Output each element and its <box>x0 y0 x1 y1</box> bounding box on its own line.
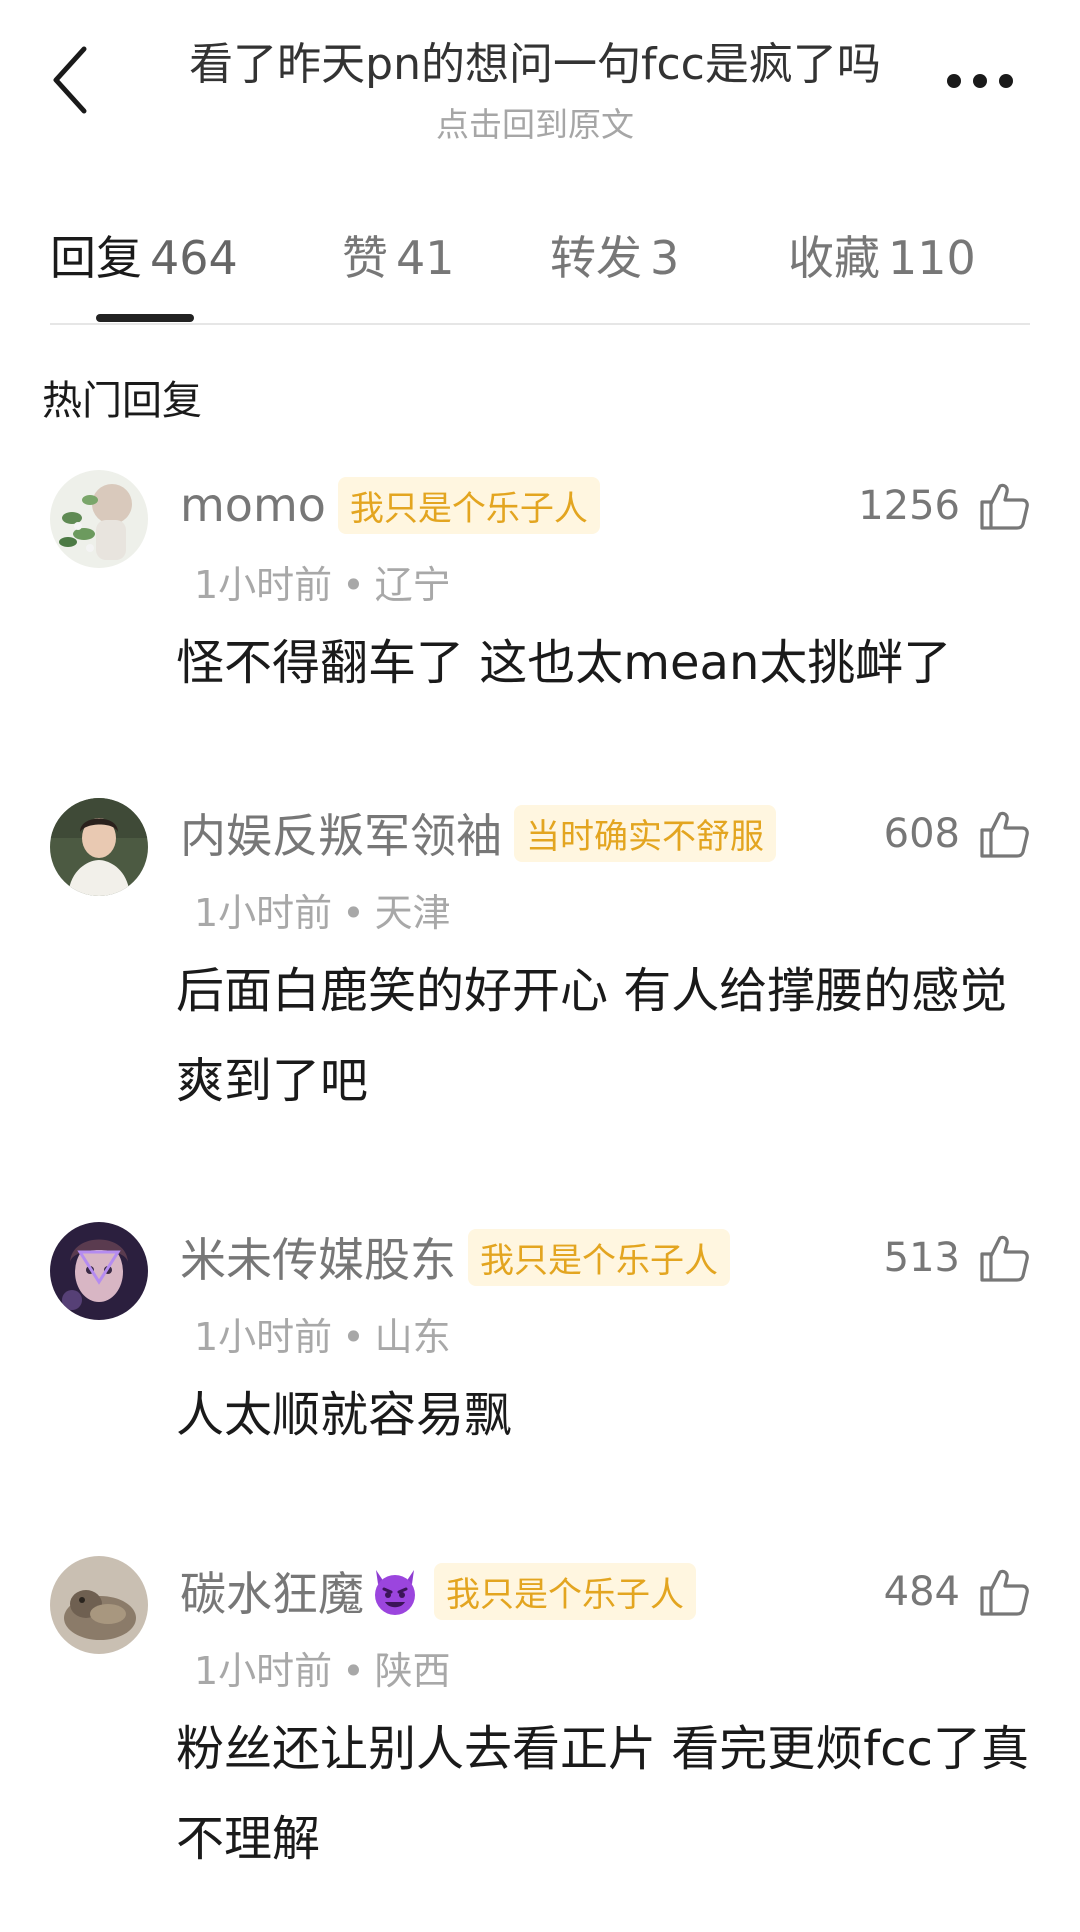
comment-text[interactable]: 人太顺就容易飘 <box>176 1370 1036 1460</box>
tab-label: 赞 <box>342 231 388 285</box>
tab-replies[interactable]: 回复 464 <box>50 222 238 288</box>
thumbs-up-icon <box>980 483 1029 530</box>
comment-text[interactable]: 后面白鹿笑的好开心 有人给撑腰的感觉爽到了吧 <box>176 946 1036 1126</box>
comment-meta: 1小时前 • 天津 <box>194 882 451 937</box>
like-button[interactable]: 484 <box>884 1562 1030 1622</box>
like-button[interactable]: 608 <box>884 804 1030 864</box>
back-to-original-link[interactable]: 点击回到原文 <box>150 98 920 146</box>
active-tab-indicator <box>96 314 194 322</box>
divider <box>50 323 1030 325</box>
comment-location: 山东 <box>374 1315 451 1359</box>
comment-meta: 1小时前 • 陕西 <box>194 1640 451 1695</box>
comment-time: 1小时前 <box>194 563 333 607</box>
smiling-devil-icon <box>368 1564 422 1618</box>
comment-location: 天津 <box>374 891 451 935</box>
avatar[interactable] <box>50 798 148 896</box>
meta-separator: • <box>342 1315 365 1359</box>
post-title[interactable]: 看了昨天pn的想问一句fcc是疯了吗 <box>150 28 920 92</box>
avatar[interactable] <box>50 470 148 568</box>
section-title-hot-replies: 热门回复 <box>42 378 202 424</box>
avatar[interactable] <box>50 1556 148 1654</box>
thumbs-up-icon <box>980 1569 1029 1616</box>
user-row: 内娱反叛军领袖 当时确实不舒服 <box>180 798 776 868</box>
avatar-image <box>50 1556 148 1654</box>
meta-separator: • <box>342 891 365 935</box>
comment-time: 1小时前 <box>194 891 333 935</box>
avatar-image <box>50 1222 148 1320</box>
user-tag: 我只是个乐子人 <box>434 1562 696 1620</box>
chevron-left-icon <box>53 46 87 114</box>
like-count: 608 <box>883 811 960 857</box>
like-count: 513 <box>883 1235 960 1281</box>
user-row: 碳水狂魔 我只是个乐子人 <box>180 1556 696 1626</box>
comment-time: 1小时前 <box>194 1649 333 1693</box>
more-dots-icon <box>947 74 1013 88</box>
username[interactable]: 碳水狂魔 <box>180 1558 364 1624</box>
like-count: 1256 <box>858 483 960 529</box>
comment-location: 陕西 <box>374 1649 451 1693</box>
thumbs-up-icon <box>980 1235 1029 1282</box>
user-tag: 我只是个乐子人 <box>337 476 600 534</box>
back-button[interactable] <box>40 40 100 120</box>
user-tag: 我只是个乐子人 <box>468 1228 730 1286</box>
meta-separator: • <box>342 563 365 607</box>
tab-label: 转发 <box>550 231 642 285</box>
user-row: 米未传媒股东 我只是个乐子人 <box>180 1222 730 1292</box>
tab-count: 3 <box>650 231 680 285</box>
thumbs-up-icon <box>980 811 1029 858</box>
tab-count: 110 <box>888 231 976 285</box>
tab-count: 464 <box>150 231 238 285</box>
comment-text[interactable]: 粉丝还让别人去看正片 看完更烦fcc了真不理解 <box>176 1704 1036 1884</box>
tab-reposts[interactable]: 转发 3 <box>550 222 679 288</box>
tab-bar: 回复 464 赞 41 转发 3 收藏 110 <box>50 200 1030 328</box>
comment-meta: 1小时前 • 山东 <box>194 1306 451 1361</box>
top-bar: 看了昨天pn的想问一句fcc是疯了吗 点击回到原文 <box>0 0 1080 160</box>
user-tag: 当时确实不舒服 <box>514 804 776 862</box>
like-button[interactable]: 513 <box>884 1228 1030 1288</box>
avatar-image <box>50 470 148 568</box>
user-row: momo 我只是个乐子人 <box>180 470 600 540</box>
tab-favorites[interactable]: 收藏 110 <box>788 222 976 288</box>
like-button[interactable]: 1256 <box>858 476 1030 536</box>
avatar[interactable] <box>50 1222 148 1320</box>
username[interactable]: momo <box>180 478 326 532</box>
comment-location: 辽宁 <box>374 563 451 607</box>
comment-meta: 1小时前 • 辽宁 <box>194 554 451 609</box>
tab-count: 41 <box>396 231 455 285</box>
comment-time: 1小时前 <box>194 1315 333 1359</box>
tab-label: 收藏 <box>788 231 880 285</box>
comment-text[interactable]: 怪不得翻车了 这也太mean太挑衅了 <box>176 618 1036 708</box>
more-button[interactable] <box>930 56 1030 106</box>
username[interactable]: 内娱反叛军领袖 <box>180 800 502 866</box>
tab-label: 回复 <box>50 231 142 285</box>
like-count: 484 <box>883 1569 960 1615</box>
meta-separator: • <box>342 1649 365 1693</box>
tab-likes[interactable]: 赞 41 <box>342 222 455 288</box>
avatar-image <box>50 798 148 896</box>
username[interactable]: 米未传媒股东 <box>180 1224 456 1290</box>
